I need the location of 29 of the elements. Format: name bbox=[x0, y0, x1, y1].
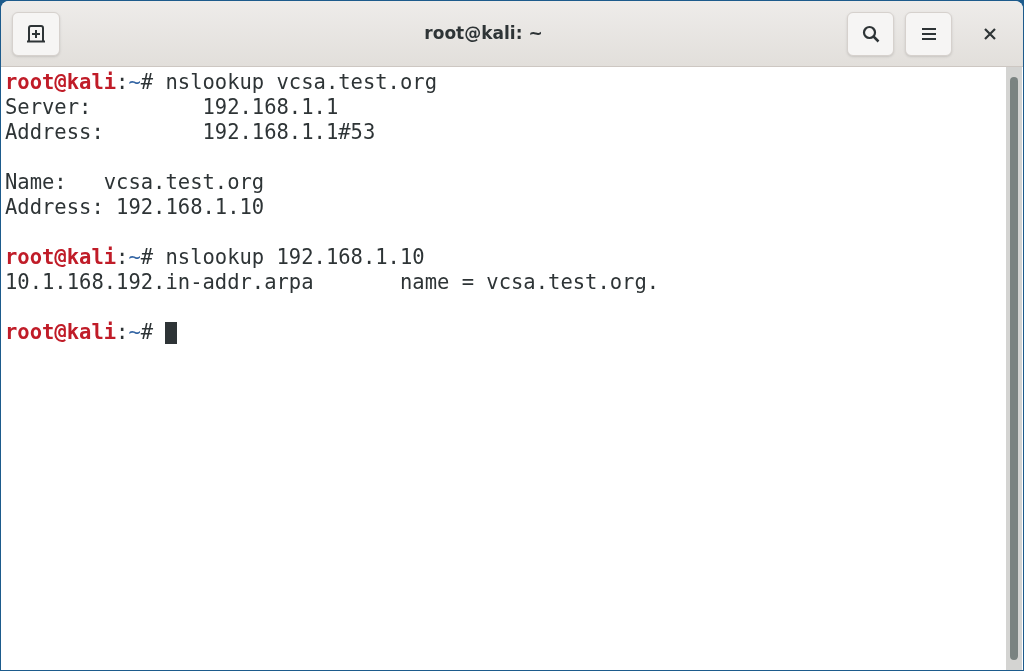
output-line: 10.1.168.192.in-addr.arpa name = vcsa.test.org. bbox=[5, 270, 660, 295]
prompt-symbol: # bbox=[140, 245, 154, 270]
output-line: Server: 192.168.1.1 bbox=[5, 95, 339, 120]
search-button[interactable] bbox=[847, 11, 894, 56]
prompt-user: root@kali bbox=[5, 320, 117, 345]
prompt-separator: : bbox=[116, 320, 129, 345]
scrollbar[interactable] bbox=[1006, 67, 1022, 670]
prompt-path: ~ bbox=[128, 70, 141, 95]
command-text: nslookup 192.168.1.10 bbox=[165, 245, 425, 270]
window-title: root@kali: ~ bbox=[424, 21, 543, 45]
output-line: Address: 192.168.1.1#53 bbox=[5, 120, 376, 145]
output-line: Address: 192.168.1.10 bbox=[5, 195, 265, 220]
prompt-path: ~ bbox=[128, 320, 141, 345]
menu-icon bbox=[921, 26, 936, 41]
new-tab-icon bbox=[26, 24, 46, 43]
output-line: Name: vcsa.test.org bbox=[5, 170, 265, 195]
menu-button[interactable] bbox=[905, 11, 952, 56]
command-text: nslookup vcsa.test.org bbox=[165, 70, 437, 95]
prompt-symbol: # bbox=[140, 320, 154, 345]
search-icon bbox=[861, 24, 880, 43]
prompt-user: root@kali bbox=[5, 245, 117, 270]
new-tab-button[interactable] bbox=[12, 11, 60, 56]
prompt-path: ~ bbox=[128, 245, 141, 270]
prompt-user: root@kali bbox=[5, 70, 117, 95]
prompt-separator: : bbox=[116, 70, 129, 95]
close-icon bbox=[984, 27, 996, 40]
scrollbar-thumb[interactable] bbox=[1010, 77, 1018, 660]
prompt-separator: : bbox=[116, 245, 129, 270]
prompt-symbol: # bbox=[140, 70, 154, 95]
